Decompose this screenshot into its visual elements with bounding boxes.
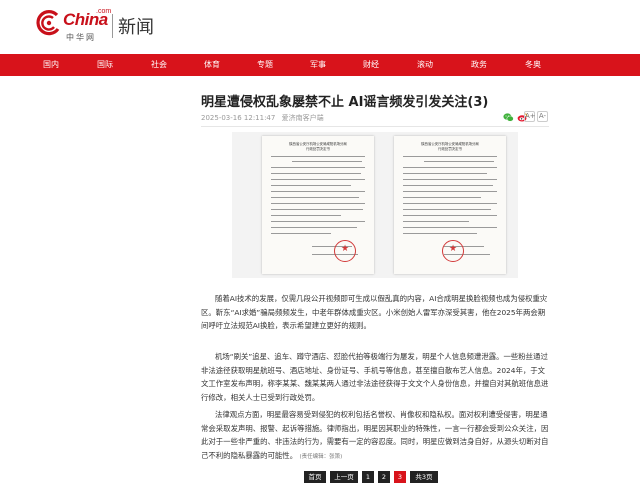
page-button[interactable]: 1 xyxy=(362,471,374,483)
font-increase-button[interactable]: A+ xyxy=(524,111,536,122)
page-button[interactable]: 2 xyxy=(378,471,390,483)
penalty-document-right: 陕西省公安厅机场公安局咸阳机场分局 行政处罚决定书 ★ xyxy=(394,136,506,274)
nav-item-government[interactable]: 政务 xyxy=(459,54,499,76)
editor-credit: (责任编辑：张箫) xyxy=(299,453,343,460)
article-photo: 陕西省公安厅机场公安局咸阳机场分局 行政处罚决定书 ★ 陕西省公安厅机场公安局咸… xyxy=(232,132,518,278)
wechat-icon[interactable] xyxy=(503,112,514,123)
nav-item-society[interactable]: 社会 xyxy=(139,54,179,76)
section-name[interactable]: 新闻 xyxy=(118,13,154,39)
nav-item-winter-olympics[interactable]: 冬奥 xyxy=(513,54,553,76)
paragraph-text: 机场“刷关”追星、追车、蹲守酒店、怼脸代拍等极端行为屡发，明星个人信息频遭泄露。… xyxy=(201,352,549,402)
article-meta: 2025-03-16 12:11:47 爱济南客户端 xyxy=(201,113,324,123)
paragraph-text: 随着AI技术的发展，仅需几段公开视频即可生成以假乱真的内容，AI合成明星换脸视频… xyxy=(201,294,548,330)
main-nav: 国内 国际 社会 体育 专题 军事 财经 滚动 政务 冬奥 xyxy=(0,54,640,76)
first-page-button[interactable]: 首页 xyxy=(304,471,326,483)
official-seal: ★ xyxy=(334,240,356,262)
logo-com: .com xyxy=(96,8,112,15)
document-heading: 陕西省公安厅机场公安局咸阳机场分局 行政处罚决定书 xyxy=(289,142,347,151)
nav-item-domestic[interactable]: 国内 xyxy=(31,54,71,76)
article-source[interactable]: 爱济南客户端 xyxy=(282,114,324,122)
total-pages-button[interactable]: 共3页 xyxy=(410,471,438,483)
title-divider xyxy=(201,126,549,127)
article-paragraph: 随着AI技术的发展，仅需几段公开视频即可生成以假乱真的内容，AI合成明星换脸视频… xyxy=(201,292,551,333)
paragraph-text: 法律观点方面，明星最容易受到侵犯的权利包括名誉权、肖像权和隐私权。面对权利遭受侵… xyxy=(201,410,549,460)
nav-item-military[interactable]: 军事 xyxy=(298,54,338,76)
official-seal: ★ xyxy=(442,240,464,262)
site-header: China .com 中华网 新闻 xyxy=(0,0,640,52)
article-date: 2025-03-16 12:11:47 xyxy=(201,114,276,122)
logo-divider xyxy=(112,14,113,38)
prev-page-button[interactable]: 上一页 xyxy=(330,471,358,483)
document-heading: 陕西省公安厅机场公安局咸阳机场分局 行政处罚决定书 xyxy=(421,142,479,151)
article-paragraph: 法律观点方面，明星最容易受到侵犯的权利包括名誉权、肖像权和隐私权。面对权利遭受侵… xyxy=(201,408,551,464)
font-decrease-button[interactable]: A- xyxy=(537,111,548,122)
logo-chinese: 中华网 xyxy=(66,33,96,42)
china-com-swirl-icon xyxy=(36,10,60,36)
current-page-button[interactable]: 3 xyxy=(394,471,406,483)
article-paragraph: 机场“刷关”追星、追车、蹲守酒店、怼脸代拍等极端行为屡发，明星个人信息频遭泄露。… xyxy=(201,350,551,404)
nav-item-rolling[interactable]: 滚动 xyxy=(405,54,445,76)
nav-item-finance[interactable]: 财经 xyxy=(351,54,391,76)
article-title: 明星遭侵权乱象屡禁不止 AI谣言频发引发关注(3) xyxy=(201,95,489,110)
nav-item-sports[interactable]: 体育 xyxy=(192,54,232,76)
nav-item-international[interactable]: 国际 xyxy=(85,54,125,76)
nav-item-topics[interactable]: 专题 xyxy=(245,54,285,76)
penalty-document-left: 陕西省公安厅机场公安局咸阳机场分局 行政处罚决定书 ★ xyxy=(262,136,374,274)
site-logo[interactable]: China .com 中华网 xyxy=(36,8,114,44)
